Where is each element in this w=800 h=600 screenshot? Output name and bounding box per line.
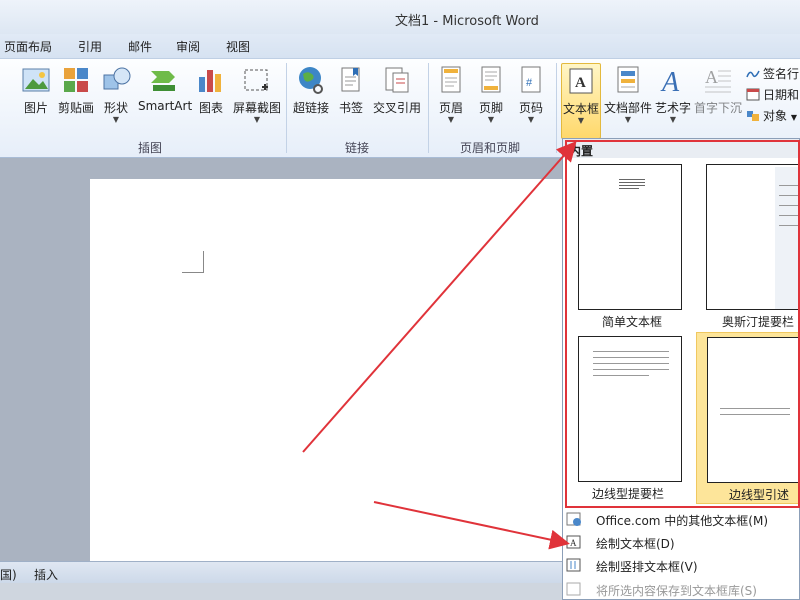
more-textboxes-office-com[interactable]: Office.com 中的其他文本框(M) <box>566 512 796 528</box>
chevron-down-icon: ▼ <box>624 115 632 124</box>
window-title: 文档1 - Microsoft Word <box>395 14 539 29</box>
wordart-button[interactable]: A 艺术字 ▼ <box>654 63 692 125</box>
group-separator <box>286 63 287 153</box>
group-label-illustrations: 插图 <box>138 141 163 155</box>
screenshot-button[interactable]: 屏幕截图 ▼ <box>232 63 282 125</box>
tab-references[interactable]: 引用 <box>78 38 102 55</box>
smartart-icon <box>151 71 175 91</box>
chart-icon <box>199 70 221 92</box>
svg-text:A: A <box>660 67 680 95</box>
picture-button[interactable]: 图片 <box>20 63 52 125</box>
chevron-down-icon: ▼ <box>790 113 797 122</box>
page-number-button[interactable]: # 页码 ▼ <box>516 63 546 125</box>
shapes-icon <box>103 67 131 90</box>
chevron-down-icon: ▼ <box>527 115 535 124</box>
footer-icon <box>481 66 501 93</box>
textbox-button[interactable]: A 文本框 ▼ <box>561 63 601 139</box>
tab-mailings[interactable]: 邮件 <box>128 38 152 55</box>
chevron-down-icon: ▼ <box>253 115 261 124</box>
save-gallery-icon <box>566 582 581 596</box>
chevron-down-icon: ▼ <box>577 116 585 125</box>
status-insert-mode[interactable]: 插入 <box>34 566 58 583</box>
vertical-textbox-icon <box>566 558 581 572</box>
header-icon <box>441 66 461 93</box>
gallery-item-austin-sidebar[interactable]: 奥斯汀提要栏 <box>700 160 800 330</box>
chevron-down-icon: ▼ <box>447 115 455 124</box>
margin-corner-marker <box>182 251 204 273</box>
picture-icon <box>22 68 50 92</box>
gallery-item-sideline-quote[interactable]: 边线型引述 <box>696 332 800 504</box>
tab-review[interactable]: 审阅 <box>176 38 200 55</box>
status-language[interactable]: 国) <box>0 566 17 583</box>
object-button[interactable]: 对象 ▼ <box>746 107 797 124</box>
chevron-down-icon: ▼ <box>487 115 495 124</box>
title-bar: 文档1 - Microsoft Word <box>0 0 800 34</box>
svg-text:A: A <box>705 67 718 87</box>
document-page[interactable] <box>90 179 590 579</box>
thumbnail <box>578 164 682 310</box>
clipart-button[interactable]: 剪贴画 <box>58 63 94 125</box>
drop-cap-button[interactable]: A 首字下沉 <box>694 63 742 125</box>
ribbon-tabs: 页面布局 引用 邮件 审阅 视图 <box>0 34 800 58</box>
object-icon <box>747 111 759 121</box>
bookmark-button[interactable]: 书签 <box>336 63 366 125</box>
date-time-button[interactable]: 日期和 <box>746 86 799 103</box>
group-separator <box>556 63 557 153</box>
svg-text:A: A <box>570 538 577 548</box>
clipart-icon <box>64 68 88 92</box>
tab-page-layout[interactable]: 页面布局 <box>4 38 52 55</box>
chart-button[interactable]: 图表 <box>196 63 226 125</box>
gallery-item-sideline-sidebar[interactable]: 边线型提要栏 <box>572 332 688 504</box>
cross-reference-icon <box>385 67 409 93</box>
screenshot-icon <box>244 69 268 91</box>
header-button[interactable]: 页眉 ▼ <box>436 63 466 125</box>
drop-cap-icon: A <box>705 67 731 93</box>
gallery-item-simple-textbox[interactable]: 简单文本框 <box>572 160 688 330</box>
group-label-header-footer: 页眉和页脚 <box>460 141 521 155</box>
thumbnail <box>578 336 682 482</box>
quick-parts-button[interactable]: 文档部件 ▼ <box>604 63 652 125</box>
calendar-icon <box>746 88 760 101</box>
group-label-links: 链接 <box>345 141 370 155</box>
signature-line-button[interactable]: 签名行 <box>746 65 799 82</box>
wordart-icon: A <box>660 67 680 95</box>
save-selection-to-textbox-gallery[interactable]: 将所选内容保存到文本框库(S) <box>566 582 796 598</box>
textbox-icon: A <box>569 68 593 94</box>
page-number-icon: # <box>521 66 541 93</box>
group-separator <box>428 63 429 153</box>
draw-textbox[interactable]: A 绘制文本框(D) <box>566 535 796 551</box>
quick-parts-icon <box>617 66 639 93</box>
thumbnail <box>706 164 800 310</box>
tab-view[interactable]: 视图 <box>226 38 250 55</box>
hyperlink-button[interactable]: 超链接 <box>292 63 330 125</box>
signature-icon <box>746 70 760 78</box>
cross-reference-button[interactable]: 交叉引用 <box>372 63 422 125</box>
svg-text:A: A <box>575 75 586 91</box>
svg-text:#: # <box>526 77 533 89</box>
footer-button[interactable]: 页脚 ▼ <box>476 63 506 125</box>
office-com-icon <box>566 512 581 526</box>
draw-textbox-icon: A <box>566 535 581 549</box>
chevron-down-icon: ▼ <box>669 115 677 124</box>
gallery-header: 内置 <box>563 139 799 158</box>
thumbnail <box>707 337 800 483</box>
draw-vertical-textbox[interactable]: 绘制竖排文本框(V) <box>566 558 796 574</box>
bookmark-icon <box>341 67 360 92</box>
shapes-button[interactable]: 形状 ▼ <box>102 63 131 125</box>
chevron-down-icon: ▼ <box>112 115 120 124</box>
smartart-button[interactable]: SmartArt <box>138 63 192 125</box>
globe-link-icon <box>299 67 323 94</box>
